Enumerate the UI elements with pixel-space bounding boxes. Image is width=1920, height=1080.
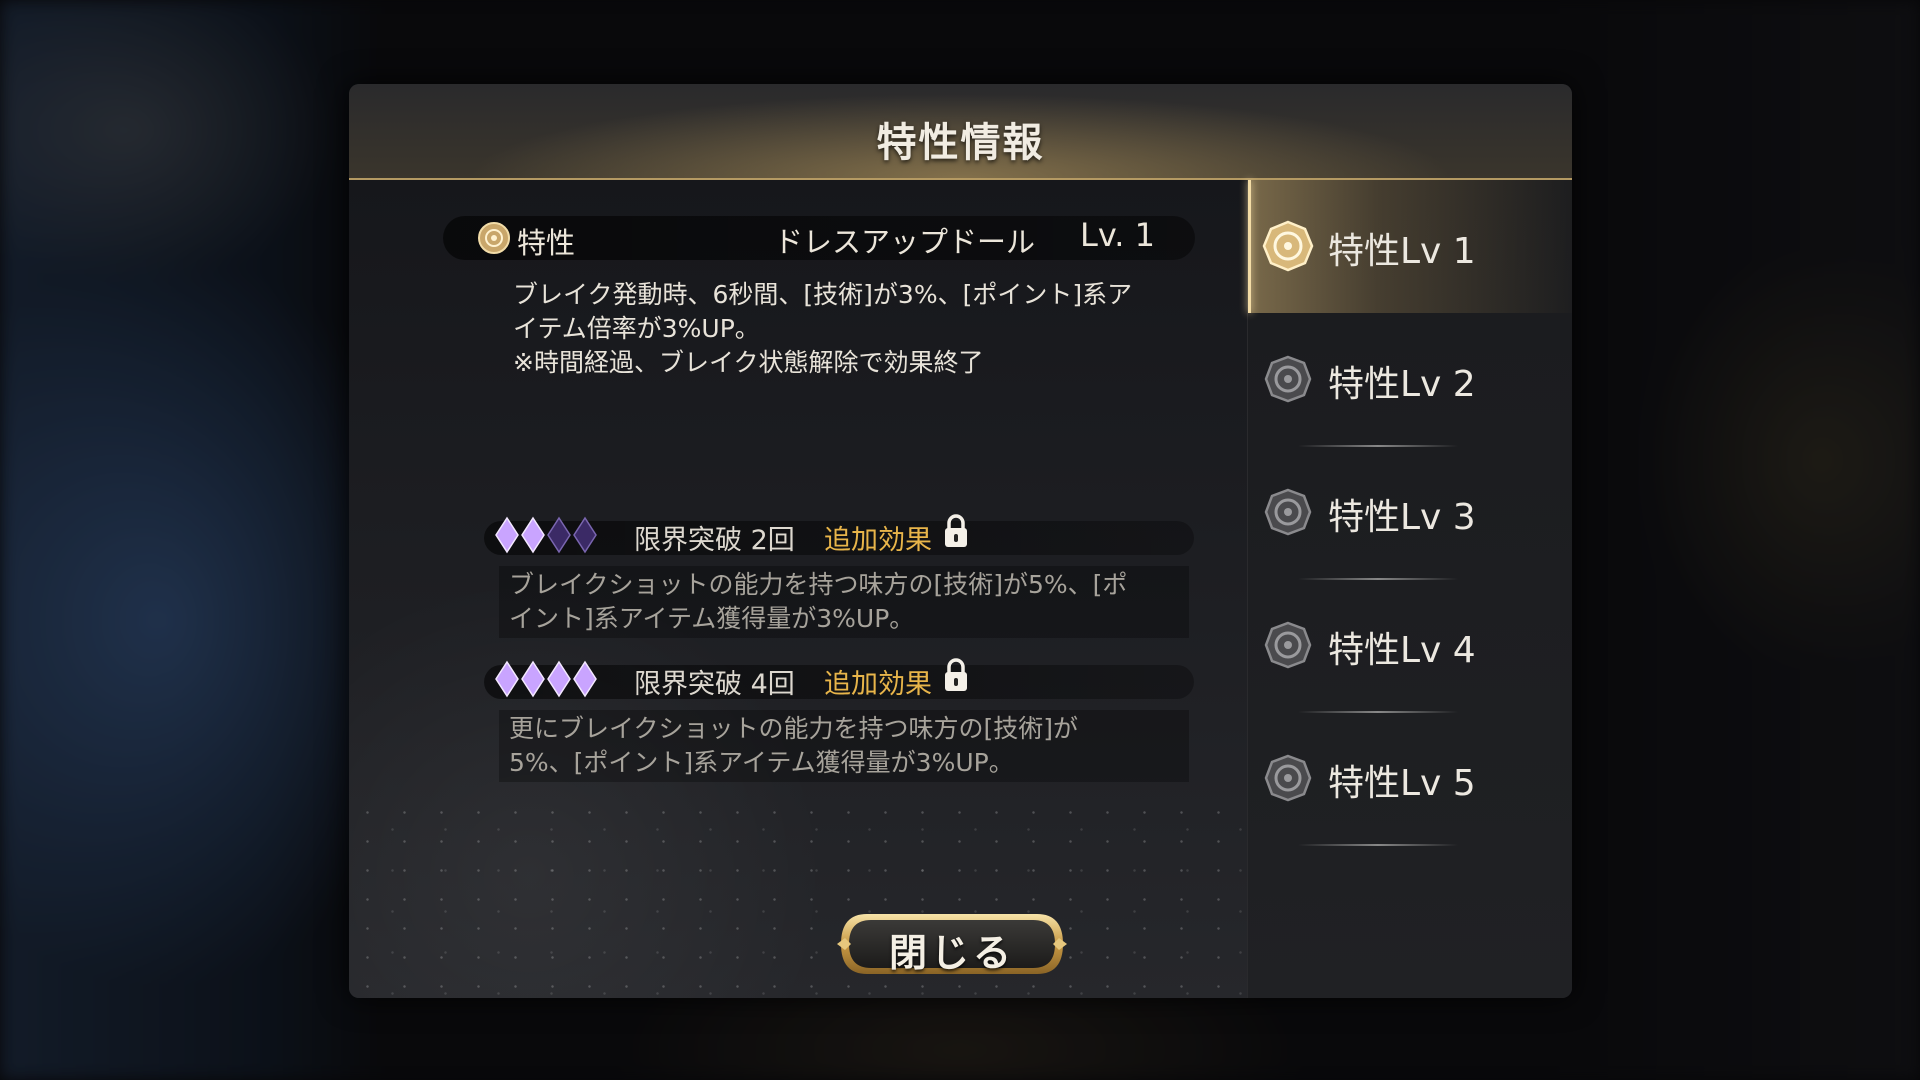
trait-label: 特性 — [517, 226, 576, 260]
level-label: 特性Lv 3 — [1328, 497, 1476, 538]
diamond-filled — [521, 660, 545, 698]
level-label: 特性Lv 2 — [1328, 364, 1476, 405]
diamond-filled — [521, 516, 545, 554]
trait-header: 特性 ドレスアップドール Lv. 1 — [443, 216, 1195, 260]
level-label: 特性Lv 5 — [1328, 763, 1476, 804]
dialog-title: 特性情報 — [876, 120, 1045, 166]
limit-break-label: 限界突破 4回 — [634, 669, 795, 700]
diamond-filled — [547, 660, 571, 698]
tab-trait-lv-3[interactable]: 特性Lv 3 — [1248, 446, 1572, 580]
dialog-header: 特性情報 — [349, 84, 1572, 180]
trait-info-dialog: 特性情報 特性 ドレスアップドール Lv. 1 ブレイク発動時、6秒間、[技術]… — [349, 84, 1572, 998]
lock-icon — [945, 514, 967, 547]
close-button[interactable]: 閉じる — [837, 910, 1067, 978]
tab-trait-lv-5[interactable]: 特性Lv 5 — [1248, 712, 1572, 846]
trait-gear-icon — [478, 222, 510, 254]
level-sidebar: 特性Lv 1 特性Lv 2 特性Lv 3 特性Lv 4 特性Lv 5 — [1247, 180, 1572, 998]
limit-break-description: 更にブレイクショットの能力を持つ味方の[技術]が 5%、[ポイント]系アイテム獲… — [499, 710, 1189, 782]
trait-name: ドレスアップドール — [773, 225, 1035, 259]
extra-effect-label: 追加効果 — [824, 525, 932, 556]
limit-break-row-4: 限界突破 4回 追加効果 — [484, 658, 1194, 700]
close-button-label: 閉じる — [888, 931, 1015, 975]
trait-description: ブレイク発動時、6秒間、[技術]が3%、[ポイント]系ア イテム倍率が3%UP。… — [513, 280, 1133, 377]
lock-icon — [945, 658, 967, 691]
limit-break-row-2: 限界突破 2回 追加効果 — [484, 514, 1194, 556]
tab-trait-lv-1[interactable]: 特性Lv 1 — [1248, 180, 1572, 313]
diamond-empty — [547, 516, 571, 554]
level-label: 特性Lv 1 — [1328, 231, 1476, 272]
diamond-filled — [495, 660, 519, 698]
diamond-filled — [495, 516, 519, 554]
tab-trait-lv-4[interactable]: 特性Lv 4 — [1248, 579, 1572, 713]
limit-break-label: 限界突破 2回 — [634, 525, 795, 556]
trait-level: Lv. 1 — [1080, 216, 1155, 254]
gear-icon — [1262, 220, 1314, 272]
diamond-rank-icon — [495, 516, 597, 554]
gear-icon — [1264, 754, 1312, 802]
limit-break-description: ブレイクショットの能力を持つ味方の[技術]が5%、[ポ イント]系アイテム獲得量… — [499, 566, 1189, 638]
level-label: 特性Lv 4 — [1328, 630, 1476, 671]
diamond-rank-icon — [495, 660, 597, 698]
diamond-filled — [573, 660, 597, 698]
gear-icon — [1264, 355, 1312, 403]
gear-icon — [1264, 488, 1312, 536]
diamond-empty — [573, 516, 597, 554]
gear-icon — [1264, 621, 1312, 669]
extra-effect-label: 追加効果 — [824, 669, 932, 700]
divider — [1298, 844, 1458, 846]
sparkle-decoration — [349, 798, 1247, 998]
tab-trait-lv-2[interactable]: 特性Lv 2 — [1248, 313, 1572, 447]
